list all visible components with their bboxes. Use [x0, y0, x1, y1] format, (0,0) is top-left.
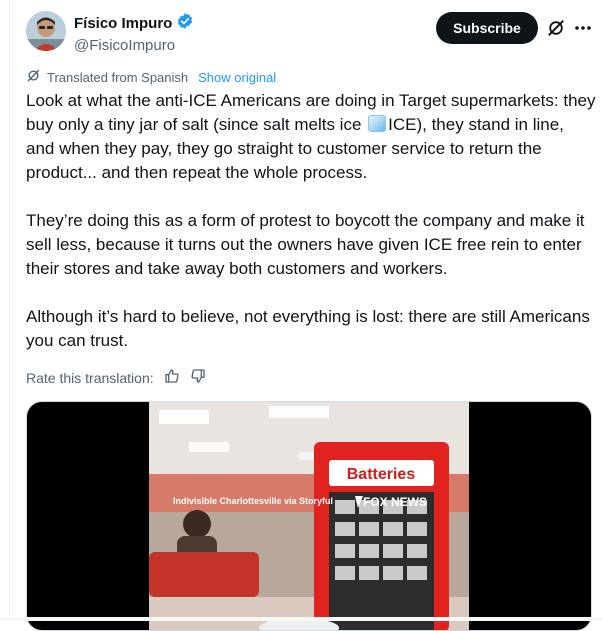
verified-badge-icon: [176, 12, 194, 36]
tweet-paragraph-3: Although it’s hard to believe, not every…: [26, 307, 590, 350]
display-name-text: Físico Impuro: [74, 15, 173, 32]
translate-icon: [26, 68, 41, 86]
tweet-text: Look at what the anti-ICE Americans are …: [26, 89, 596, 353]
tweet-paragraph-2: They’re doing this as a form of protest …: [26, 211, 585, 278]
translated-from-label: Translated from Spanish: [47, 69, 189, 85]
show-original-link[interactable]: Show original: [198, 70, 276, 85]
sign-text: Batteries: [347, 466, 416, 483]
author-info: Físico Impuro @FisicoImpuro: [74, 12, 194, 56]
video-player[interactable]: Batteries Indivisible Charlottesville vi…: [26, 401, 592, 631]
author-handle[interactable]: @FisicoImpuro: [74, 36, 194, 56]
ice-cube-emoji: [368, 115, 387, 132]
video-frame: Batteries Indivisible Charlottesville vi…: [149, 402, 469, 630]
avatar[interactable]: [26, 11, 66, 51]
bottom-edge: [0, 617, 602, 621]
video-network: FOX NEWS: [363, 495, 427, 509]
tweet-header: Físico Impuro @FisicoImpuro Subscribe: [26, 11, 592, 55]
thumbs-down-icon[interactable]: [190, 368, 206, 387]
video-credit: Indivisible Charlottesville via Storyful: [173, 496, 333, 506]
thread-divider: [9, 0, 10, 621]
more-icon[interactable]: [574, 20, 592, 36]
rate-translation-label: Rate this translation:: [26, 369, 154, 386]
rate-translation: Rate this translation:: [26, 368, 206, 387]
translation-notice: Translated from Spanish Show original: [26, 68, 276, 86]
tweet-paragraph-1: Look at what the anti-ICE Americans are …: [26, 89, 596, 185]
grok-icon[interactable]: [546, 18, 566, 38]
thumbs-up-icon[interactable]: [164, 368, 180, 387]
subscribe-button[interactable]: Subscribe: [436, 12, 538, 44]
author-name[interactable]: Físico Impuro: [74, 12, 194, 36]
